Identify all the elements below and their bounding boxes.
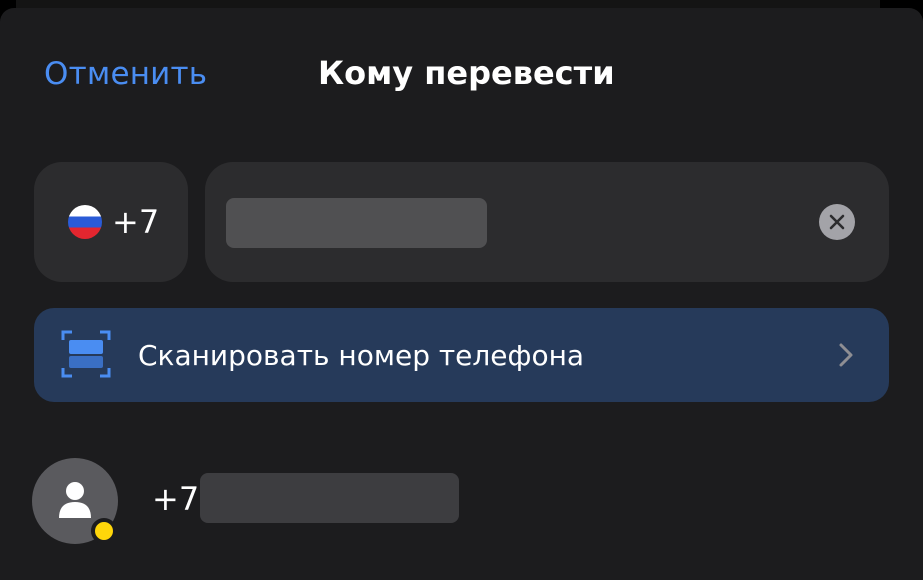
country-code-selector[interactable]: +7 <box>34 162 188 282</box>
transfer-recipient-sheet: Отменить Кому перевести +7 Сканировать н… <box>0 8 923 580</box>
phone-number-field[interactable] <box>205 162 889 282</box>
scan-phone-number-label: Сканировать номер телефона <box>138 339 585 372</box>
status-badge <box>91 518 117 544</box>
russia-flag-icon <box>68 205 102 239</box>
page-title: Кому перевести <box>318 54 615 92</box>
scan-frame-icon <box>61 330 111 378</box>
recent-contact-item[interactable]: +7 <box>32 458 892 548</box>
cancel-button[interactable]: Отменить <box>44 56 207 92</box>
clear-icon[interactable] <box>819 204 855 240</box>
person-icon <box>59 482 91 518</box>
phone-number-value-redacted <box>226 198 487 248</box>
background-sheet-edge <box>16 0 880 8</box>
contact-phone-redacted <box>200 473 459 523</box>
scan-phone-number-button[interactable]: Сканировать номер телефона <box>34 308 889 402</box>
contact-phone-prefix: +7 <box>152 480 200 518</box>
country-code-label: +7 <box>112 203 160 241</box>
chevron-right-icon <box>839 343 853 367</box>
